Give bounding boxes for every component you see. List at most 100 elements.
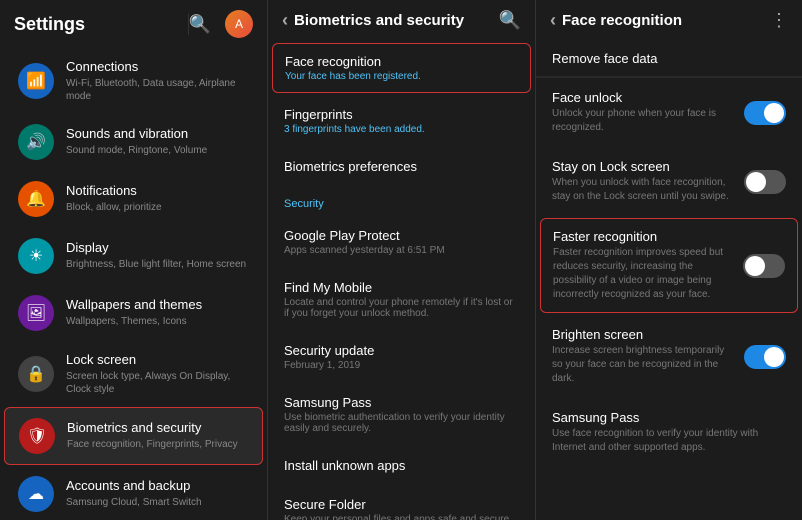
settings-panel-left: Settings 🔍 A 📶 Connections Wi-Fi, Blueto… xyxy=(0,0,268,520)
mid-header: ‹ Biometrics and security 🔍 xyxy=(268,0,535,41)
biometrics-title: Biometrics and security xyxy=(67,420,238,437)
mid-back-button[interactable]: ‹ Biometrics and security xyxy=(282,10,464,31)
right-back-button[interactable]: ‹ Face recognition xyxy=(550,10,682,31)
lock-text: Lock screen Screen lock type, Always On … xyxy=(66,352,249,396)
mid-item-fingerprints[interactable]: Fingerprints 3 fingerprints have been ad… xyxy=(268,95,535,147)
accounts-text: Accounts and backup Samsung Cloud, Smart… xyxy=(66,478,202,509)
mid-list: Face recognition Your face has been regi… xyxy=(268,41,535,520)
brighten-screen-toggle[interactable] xyxy=(744,345,786,369)
fingerprints-title: Fingerprints xyxy=(284,107,519,122)
brighten-screen-toggle-thumb xyxy=(764,347,784,367)
notifications-title: Notifications xyxy=(66,183,162,200)
find-my-mobile-title: Find My Mobile xyxy=(284,280,519,295)
biometrics-prefs-title: Biometrics preferences xyxy=(284,159,519,174)
settings-panel-right: ‹ Face recognition ⋮ Remove face data Fa… xyxy=(536,0,802,520)
three-dot-menu[interactable]: ⋮ xyxy=(770,10,788,31)
wallpapers-text: Wallpapers and themes Wallpapers, Themes… xyxy=(66,297,202,328)
face-unlock-toggle[interactable] xyxy=(744,101,786,125)
samsung-pass-face-row: Samsung Pass Use face recognition to ver… xyxy=(552,410,786,455)
remove-face-button[interactable]: Remove face data xyxy=(536,41,802,77)
right-item-face-unlock[interactable]: Face unlock Unlock your phone when your … xyxy=(536,78,802,147)
face-recognition-title: Face recognition xyxy=(285,54,518,69)
sidebar-item-accounts[interactable]: ☁ Accounts and backup Samsung Cloud, Sma… xyxy=(4,466,263,520)
lock-icon: 🔒 xyxy=(18,356,54,392)
right-item-stay-on-lock[interactable]: Stay on Lock screen When you unlock with… xyxy=(536,147,802,216)
stay-on-lock-toggle-thumb xyxy=(746,172,766,192)
right-list: Remove face data Face unlock Unlock your… xyxy=(536,41,802,520)
wallpapers-subtitle: Wallpapers, Themes, Icons xyxy=(66,315,202,328)
mid-item-find-my-mobile[interactable]: Find My Mobile Locate and control your p… xyxy=(268,268,535,331)
mid-item-secure-folder[interactable]: Secure Folder Keep your personal files a… xyxy=(268,485,535,520)
sidebar-item-wallpapers[interactable]: 🖼 Wallpapers and themes Wallpapers, Them… xyxy=(4,285,263,341)
connections-text: Connections Wi-Fi, Bluetooth, Data usage… xyxy=(66,59,249,103)
biometrics-icon: 🛡 xyxy=(19,418,55,454)
biometrics-subtitle: Face recognition, Fingerprints, Privacy xyxy=(67,438,238,451)
connections-subtitle: Wi-Fi, Bluetooth, Data usage, Airplane m… xyxy=(66,77,249,103)
faster-recognition-text: Faster recognition Faster recognition im… xyxy=(553,229,743,302)
secure-folder-subtitle: Keep your personal files and apps safe a… xyxy=(284,514,519,520)
right-header-title: Face recognition xyxy=(562,12,682,29)
google-play-protect-subtitle: Apps scanned yesterday at 6:51 PM xyxy=(284,245,519,256)
sidebar-item-lock[interactable]: 🔒 Lock screen Screen lock type, Always O… xyxy=(4,342,263,406)
faster-recognition-toggle-thumb xyxy=(745,256,765,276)
faster-recognition-row: Faster recognition Faster recognition im… xyxy=(553,229,785,302)
sounds-icon: 🔊 xyxy=(18,124,54,160)
mid-item-biometrics-prefs[interactable]: Biometrics preferences xyxy=(268,147,535,186)
mid-item-face-recognition[interactable]: Face recognition Your face has been regi… xyxy=(272,43,531,93)
left-title: Settings xyxy=(14,14,189,35)
mid-item-install-unknown[interactable]: Install unknown apps xyxy=(268,446,535,485)
right-item-brighten-screen[interactable]: Brighten screen Increase screen brightne… xyxy=(536,315,802,398)
faster-recognition-toggle[interactable] xyxy=(743,254,785,278)
lock-title: Lock screen xyxy=(66,352,249,369)
brighten-screen-title: Brighten screen xyxy=(552,327,734,342)
accounts-icon: ☁ xyxy=(18,476,54,512)
settings-panel-mid: ‹ Biometrics and security 🔍 Face recogni… xyxy=(268,0,536,520)
lock-subtitle: Screen lock type, Always On Display, Clo… xyxy=(66,370,249,396)
face-unlock-text: Face unlock Unlock your phone when your … xyxy=(552,90,744,135)
fingerprints-subtitle: 3 fingerprints have been added. xyxy=(284,124,519,135)
accounts-subtitle: Samsung Cloud, Smart Switch xyxy=(66,496,202,509)
mid-item-security-update[interactable]: Security update February 1, 2019 xyxy=(268,331,535,383)
faster-recognition-title: Faster recognition xyxy=(553,229,733,244)
avatar[interactable]: A xyxy=(225,10,253,38)
sidebar-item-connections[interactable]: 📶 Connections Wi-Fi, Bluetooth, Data usa… xyxy=(4,49,263,113)
mid-search-icon[interactable]: 🔍 xyxy=(499,10,521,31)
mid-item-samsung-pass[interactable]: Samsung Pass Use biometric authenticatio… xyxy=(268,383,535,446)
face-unlock-subtitle: Unlock your phone when your face is reco… xyxy=(552,107,734,135)
biometrics-text: Biometrics and security Face recognition… xyxy=(67,420,238,451)
sounds-text: Sounds and vibration Sound mode, Rington… xyxy=(66,126,207,157)
display-icon: ☀ xyxy=(18,238,54,274)
wallpapers-title: Wallpapers and themes xyxy=(66,297,202,314)
right-header: ‹ Face recognition ⋮ xyxy=(536,0,802,41)
right-item-samsung-pass-face[interactable]: Samsung Pass Use face recognition to ver… xyxy=(536,398,802,467)
right-item-faster-recognition[interactable]: Faster recognition Faster recognition im… xyxy=(540,218,798,313)
security-update-title: Security update xyxy=(284,343,519,358)
faster-recognition-subtitle: Faster recognition improves speed but re… xyxy=(553,246,733,302)
face-unlock-title: Face unlock xyxy=(552,90,734,105)
sidebar-item-notifications[interactable]: 🔔 Notifications Block, allow, prioritize xyxy=(4,171,263,227)
stay-on-lock-row: Stay on Lock screen When you unlock with… xyxy=(552,159,786,204)
left-header: Settings 🔍 A xyxy=(0,0,267,48)
mid-item-google-play-protect[interactable]: Google Play Protect Apps scanned yesterd… xyxy=(268,216,535,268)
find-my-mobile-subtitle: Locate and control your phone remotely i… xyxy=(284,297,519,319)
stay-on-lock-title: Stay on Lock screen xyxy=(552,159,734,174)
search-icon[interactable]: 🔍 xyxy=(189,14,211,35)
brighten-screen-text: Brighten screen Increase screen brightne… xyxy=(552,327,744,386)
secure-folder-title: Secure Folder xyxy=(284,497,519,512)
notifications-icon: 🔔 xyxy=(18,181,54,217)
notifications-text: Notifications Block, allow, prioritize xyxy=(66,183,162,214)
security-section-label: Security xyxy=(268,186,535,216)
sidebar-item-display[interactable]: ☀ Display Brightness, Blue light filter,… xyxy=(4,228,263,284)
stay-on-lock-toggle[interactable] xyxy=(744,170,786,194)
display-subtitle: Brightness, Blue light filter, Home scre… xyxy=(66,258,246,271)
sidebar-item-sounds[interactable]: 🔊 Sounds and vibration Sound mode, Ringt… xyxy=(4,114,263,170)
sidebar-item-biometrics[interactable]: 🛡 Biometrics and security Face recogniti… xyxy=(4,407,263,465)
face-unlock-row: Face unlock Unlock your phone when your … xyxy=(552,90,786,135)
accounts-title: Accounts and backup xyxy=(66,478,202,495)
face-recognition-subtitle: Your face has been registered. xyxy=(285,71,518,82)
mid-header-title: Biometrics and security xyxy=(294,12,464,29)
brighten-screen-row: Brighten screen Increase screen brightne… xyxy=(552,327,786,386)
google-play-protect-title: Google Play Protect xyxy=(284,228,519,243)
samsung-pass-face-title: Samsung Pass xyxy=(552,410,776,425)
left-header-icons: 🔍 A xyxy=(189,10,253,38)
